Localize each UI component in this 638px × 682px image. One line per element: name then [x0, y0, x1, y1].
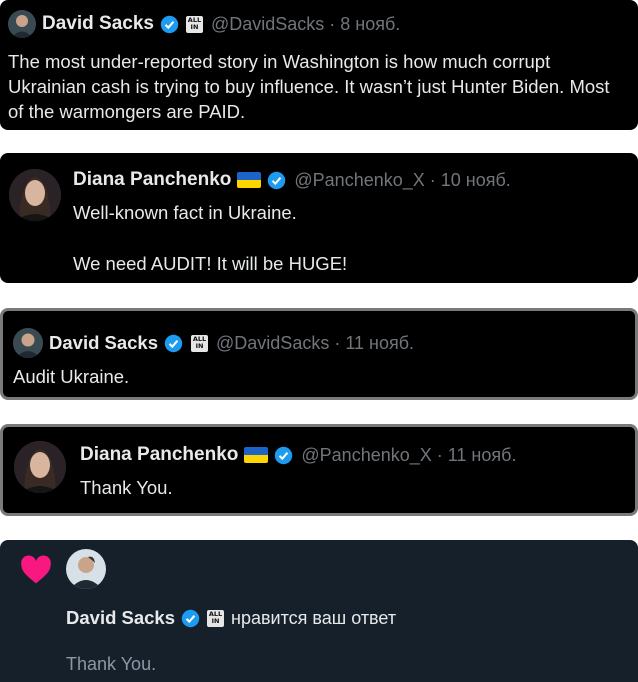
tweet-text: Thank You.: [80, 477, 173, 498]
allin-badge-icon: ALL IN: [185, 15, 203, 33]
ukraine-flag-icon: [237, 172, 262, 188]
avatar[interactable]: [8, 10, 36, 38]
tweet-text: Audit Ukraine.: [13, 366, 130, 387]
tweet-date[interactable]: · 8 нояб.: [329, 14, 400, 35]
tweet-header: Diana Panchenko @Panchenko_X · 11 нояб.: [80, 444, 516, 466]
avatar[interactable]: [14, 441, 66, 493]
verified-badge-icon: [274, 446, 293, 465]
tweet-card-1[interactable]: David Sacks ALL IN @DavidSacks · 8 нояб. …: [0, 0, 638, 130]
tweet-date[interactable]: · 10 нояб.: [430, 170, 511, 191]
author-handle[interactable]: @DavidSacks: [211, 14, 324, 35]
allin-badge-icon: ALL IN: [207, 609, 225, 627]
tweet-card-3[interactable]: David Sacks ALL IN @DavidSacks · 11 нояб.…: [0, 308, 638, 400]
verified-badge-icon: [164, 334, 183, 353]
tweet-header: Diana Panchenko @Panchenko_X · 10 нояб.: [73, 169, 511, 191]
author-name[interactable]: David Sacks: [42, 13, 154, 35]
author-name[interactable]: David Sacks: [66, 607, 175, 629]
verified-badge-icon: [267, 171, 286, 190]
author-handle[interactable]: @Panchenko_X: [294, 170, 424, 191]
author-handle[interactable]: @DavidSacks: [216, 333, 329, 354]
ukraine-flag-icon: [244, 447, 269, 463]
author-name[interactable]: David Sacks: [49, 332, 158, 354]
tweet-date[interactable]: · 11 нояб.: [437, 445, 517, 466]
like-notification-card[interactable]: David Sacks ALL IN нравится ваш ответ Tha…: [0, 540, 638, 682]
avatar[interactable]: [66, 549, 106, 589]
heart-icon: [20, 555, 52, 590]
author-name[interactable]: Diana Panchenko: [80, 444, 238, 466]
author-handle[interactable]: @Panchenko_X: [301, 445, 431, 466]
tweet-card-4[interactable]: Diana Panchenko @Panchenko_X · 11 нояб. …: [0, 424, 638, 516]
verified-badge-icon: [160, 15, 179, 34]
verified-badge-icon: [181, 609, 200, 628]
tweet-header: David Sacks ALL IN @DavidSacks · 8 нояб.: [8, 10, 400, 38]
tweet-text: The most under-reported story in Washing…: [8, 51, 610, 122]
avatar[interactable]: [9, 169, 61, 221]
author-name[interactable]: Diana Panchenko: [73, 169, 231, 191]
avatar[interactable]: [13, 328, 43, 358]
quoted-reply-text: Thank You.: [66, 654, 157, 674]
tweet-date[interactable]: · 11 нояб.: [334, 333, 414, 354]
tweet-card-2[interactable]: Diana Panchenko @Panchenko_X · 10 нояб. …: [0, 153, 638, 283]
notification-action: нравится ваш ответ: [231, 607, 397, 628]
notification-text: David Sacks ALL IN нравится ваш ответ: [66, 607, 396, 629]
tweet-header: David Sacks ALL IN @DavidSacks · 11 нояб.: [13, 328, 414, 358]
allin-badge-icon: ALL IN: [191, 334, 209, 352]
tweet-text: Well-known fact in Ukraine. We need AUDI…: [73, 202, 348, 274]
